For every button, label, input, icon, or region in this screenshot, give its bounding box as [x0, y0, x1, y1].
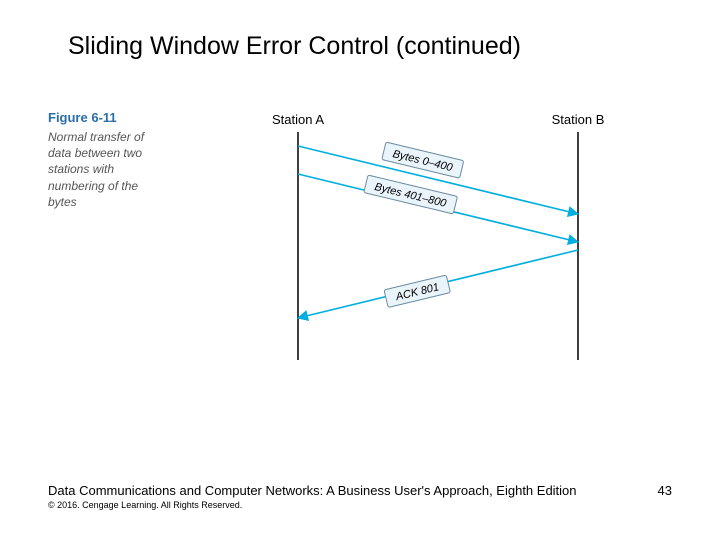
figure-caption: Normal transfer of data between two stat… — [48, 129, 168, 210]
figure-number: Figure 6-11 — [48, 110, 168, 125]
station-a-label: Station A — [272, 112, 324, 127]
figure-area: Figure 6-11 Normal transfer of data betw… — [48, 110, 672, 390]
msg3-box: ACK 801 — [384, 275, 450, 307]
page-title: Sliding Window Error Control (continued) — [0, 0, 720, 61]
copyright: © 2016. Cengage Learning. All Rights Res… — [48, 500, 672, 510]
msg1-box: Bytes 0–400 — [382, 142, 464, 178]
page-number: 43 — [658, 483, 672, 498]
figure-label-block: Figure 6-11 Normal transfer of data betw… — [48, 110, 168, 210]
footer: Data Communications and Computer Network… — [48, 483, 672, 510]
station-b-label: Station B — [552, 112, 605, 127]
book-title: Data Communications and Computer Network… — [48, 483, 577, 498]
footer-line: Data Communications and Computer Network… — [48, 483, 672, 498]
sequence-diagram: Station A Station B Bytes 0–400 Bytes 40… — [178, 110, 648, 370]
